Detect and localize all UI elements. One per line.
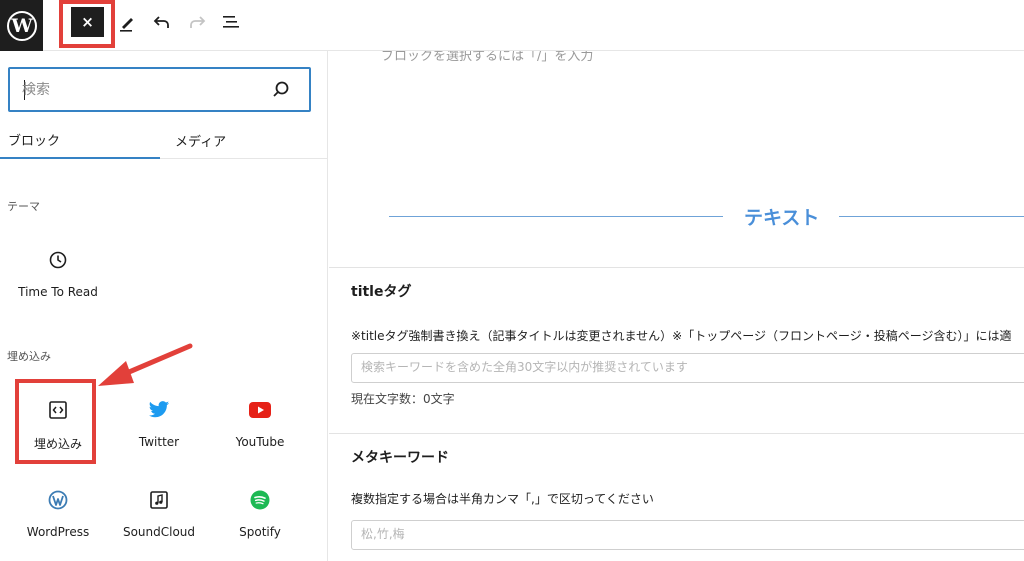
- editor-toolbar: W ×: [0, 0, 1024, 51]
- embed-icon: [47, 399, 69, 421]
- block-item-wordpress[interactable]: WordPress: [8, 489, 108, 561]
- block-inserter-panel: ブロック メディア テーマ Time To Read 埋め込み 埋め込み: [0, 51, 328, 561]
- block-item-spotify[interactable]: Spotify: [210, 489, 310, 561]
- redo-button[interactable]: [185, 10, 209, 34]
- tab-blocks[interactable]: ブロック: [0, 121, 160, 159]
- meta-keyword-description: 複数指定する場合は半角カンマ「,」で区切ってください: [351, 492, 654, 506]
- block-label: 埋め込み: [33, 437, 82, 451]
- clock-icon: [47, 249, 69, 271]
- meta-keyword-label: メタキーワード: [351, 450, 449, 466]
- block-item-youtube[interactable]: YouTube: [210, 399, 310, 479]
- section-title-embeds: 埋め込み: [7, 350, 51, 363]
- wordpress-logo[interactable]: W: [0, 0, 43, 51]
- title-tag-label: titleタグ: [351, 284, 412, 300]
- twitter-icon: [148, 399, 170, 421]
- search-icon[interactable]: [271, 80, 291, 100]
- char-count-text: 現在文字数：0文字: [351, 392, 455, 406]
- block-label: Time To Read: [18, 285, 98, 299]
- block-label: Spotify: [239, 525, 281, 539]
- block-appender-placeholder[interactable]: ブロックを選択するには「/」を入力: [381, 51, 593, 64]
- pencil-icon: [120, 18, 133, 32]
- block-label: SoundCloud: [122, 525, 196, 539]
- soundcloud-icon: [148, 489, 170, 511]
- section-title-theme: テーマ: [7, 200, 40, 213]
- heading-rule-right: [839, 216, 1024, 217]
- section-heading: テキスト: [389, 201, 1024, 233]
- meta-keyword-field[interactable]: [351, 520, 1024, 550]
- undo-icon: [153, 16, 169, 28]
- title-tag-description: ※titleタグ強制書き換え（記事タイトルは変更されません）※「トップページ（フ…: [351, 329, 1012, 343]
- meta-box-divider: [329, 433, 1024, 434]
- list-view-icon: [223, 16, 239, 28]
- block-item-soundcloud[interactable]: SoundCloud: [109, 489, 209, 561]
- tools-button[interactable]: [115, 10, 139, 34]
- title-tag-input[interactable]: [361, 360, 1001, 374]
- block-label: Twitter: [138, 435, 180, 449]
- block-search-input[interactable]: [22, 79, 262, 101]
- meta-keyword-input[interactable]: [361, 527, 1001, 541]
- heading-rule-left: [389, 216, 723, 217]
- block-label: WordPress: [26, 525, 90, 539]
- redo-icon: [190, 16, 206, 28]
- meta-box-divider: [329, 267, 1024, 268]
- tab-media[interactable]: メディア: [175, 121, 295, 159]
- heading-text[interactable]: テキスト: [744, 203, 819, 230]
- block-item-twitter[interactable]: Twitter: [109, 399, 209, 479]
- title-tag-field[interactable]: [351, 353, 1024, 383]
- wordpress-icon: [47, 489, 69, 511]
- annotation-arrow-icon: [98, 343, 193, 386]
- inserter-tabs: ブロック メディア: [0, 121, 328, 159]
- block-item-time-to-read[interactable]: Time To Read: [8, 249, 108, 329]
- block-label: YouTube: [235, 435, 285, 449]
- close-inserter-button[interactable]: ×: [71, 7, 104, 37]
- block-search-box[interactable]: [8, 67, 311, 112]
- document-overview-button[interactable]: [219, 10, 243, 34]
- close-icon: ×: [81, 13, 94, 31]
- youtube-icon: [249, 399, 271, 421]
- wordpress-icon: W: [6, 10, 37, 41]
- block-item-embed[interactable]: 埋め込み: [8, 399, 108, 479]
- undo-button[interactable]: [150, 10, 174, 34]
- editor-canvas: ブロックを選択するには「/」を入力 テキスト titleタグ ※titleタグ強…: [329, 51, 1024, 561]
- spotify-icon: [249, 489, 271, 511]
